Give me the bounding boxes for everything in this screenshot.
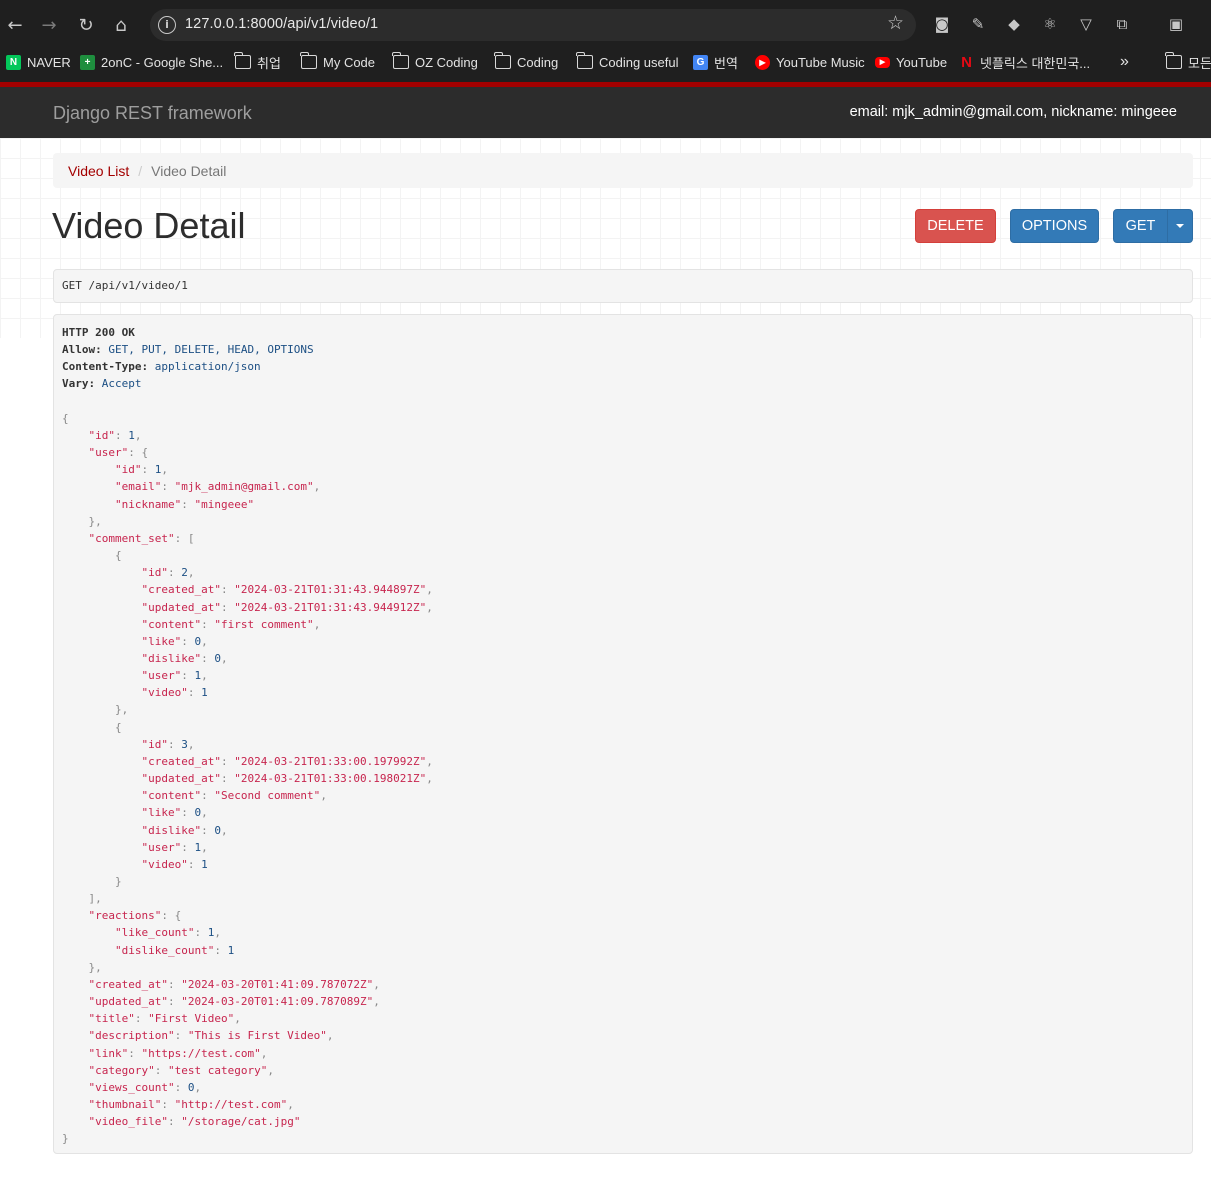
- response-header: Content-Type: application/json: [62, 360, 261, 374]
- folder-icon: [576, 52, 593, 69]
- bookmark-folder-oz-coding[interactable]: OZ Coding: [392, 50, 478, 74]
- side-panel-icon[interactable]: ▣: [1166, 14, 1186, 34]
- bookmark-label: 번역: [714, 55, 738, 71]
- netflix-icon: N: [961, 53, 972, 71]
- bookmark-google-sheets[interactable]: + 2onC - Google She...: [80, 50, 223, 74]
- naver-icon: N: [6, 54, 21, 70]
- delete-button[interactable]: DELETE: [915, 209, 996, 243]
- vue-devtools-icon[interactable]: ▽: [1076, 14, 1096, 34]
- bookmark-folder-my-code[interactable]: My Code: [300, 50, 376, 74]
- folder-icon: [234, 52, 251, 69]
- request-method: GET: [62, 279, 82, 292]
- folder-icon: [392, 52, 409, 69]
- get-format-dropdown[interactable]: [1167, 209, 1193, 243]
- response-status: HTTP 200 OK: [62, 326, 135, 339]
- bookmark-youtube-music[interactable]: ▶ YouTube Music: [755, 50, 865, 74]
- bookmarks-bar: N NAVER + 2onC - Google She... 취업 My Cod…: [0, 50, 1211, 82]
- extensions-icon[interactable]: ⧉: [1112, 14, 1132, 34]
- all-bookmarks-folder[interactable]: 모든: [1165, 50, 1211, 74]
- bookmark-label: 취업: [257, 55, 281, 71]
- home-icon[interactable]: ⌂: [106, 10, 136, 40]
- bookmark-label: My Code: [323, 54, 376, 70]
- bookmark-youtube[interactable]: ▶ YouTube: [875, 50, 947, 74]
- bookmark-folder-job[interactable]: 취업: [234, 50, 281, 74]
- bookmark-star-icon[interactable]: ☆: [887, 12, 904, 34]
- reload-icon[interactable]: ↻: [71, 10, 101, 40]
- bookmark-naver[interactable]: N NAVER: [6, 50, 71, 74]
- youtube-music-icon: ▶: [755, 54, 770, 70]
- options-button[interactable]: OPTIONS: [1010, 209, 1099, 243]
- address-bar[interactable]: i 127.0.0.1:8000/api/v1/video/1 ☆: [150, 9, 916, 41]
- bookmark-label: Coding useful: [599, 54, 679, 70]
- get-button[interactable]: GET: [1113, 209, 1168, 243]
- bookmark-label: 모든: [1188, 55, 1211, 71]
- bookmark-netflix[interactable]: N 넷플릭스 대한민국...: [959, 50, 1090, 74]
- response-info: HTTP 200 OK Allow: GET, PUT, DELETE, HEA…: [53, 314, 1193, 1154]
- bookmark-folder-coding[interactable]: Coding: [494, 50, 559, 74]
- forward-arrow-icon[interactable]: →: [34, 10, 64, 40]
- puzzle-extension-icon[interactable]: ◆: [1004, 14, 1024, 34]
- folder-icon: [494, 52, 511, 69]
- react-devtools-icon[interactable]: ⚛: [1040, 14, 1060, 34]
- navbar-brand[interactable]: Django REST framework: [53, 103, 252, 124]
- breadcrumb-video-list[interactable]: Video List: [68, 163, 129, 179]
- site-info-icon[interactable]: i: [158, 16, 176, 34]
- url-text[interactable]: 127.0.0.1:8000/api/v1/video/1: [185, 16, 378, 32]
- response-header: Allow: GET, PUT, DELETE, HEAD, OPTIONS: [62, 343, 314, 357]
- translate-icon: G: [693, 54, 708, 70]
- browser-toolbar: ← → ↻ ⌂ i 127.0.0.1:8000/api/v1/video/1 …: [0, 0, 1211, 50]
- breadcrumb-separator: /: [138, 162, 143, 179]
- folder-icon: [300, 52, 317, 69]
- bookmark-label: 넷플릭스 대한민국...: [980, 55, 1091, 71]
- response-header: Vary: Accept: [62, 377, 142, 391]
- camera-extension-icon[interactable]: ◙: [932, 14, 952, 34]
- bookmark-folder-coding-useful[interactable]: Coding useful: [576, 50, 679, 74]
- page-title: Video Detail: [52, 205, 246, 246]
- caret-down-icon: [1176, 224, 1184, 228]
- response-content: HTTP 200 OK Allow: GET, PUT, DELETE, HEA…: [62, 326, 433, 1146]
- bookmark-label: OZ Coding: [415, 54, 478, 70]
- bookmark-label: Coding: [517, 54, 559, 70]
- bookmark-label: YouTube: [896, 54, 948, 70]
- request-path: /api/v1/video/1: [88, 279, 188, 292]
- back-arrow-icon[interactable]: ←: [0, 10, 30, 40]
- bookmark-label: YouTube Music: [776, 54, 865, 70]
- breadcrumb-video-detail: Video Detail: [151, 162, 227, 179]
- folder-icon: [1165, 52, 1182, 69]
- bookmark-label: 2onC - Google She...: [101, 54, 224, 70]
- request-info: GET /api/v1/video/1: [53, 269, 1193, 303]
- sheets-icon: +: [80, 54, 95, 70]
- youtube-icon: ▶: [875, 56, 890, 68]
- drf-navbar: Django REST framework email: mjk_admin@g…: [0, 87, 1211, 138]
- breadcrumb: Video List / Video Detail: [53, 153, 1193, 188]
- eyedropper-extension-icon[interactable]: ✎: [968, 14, 988, 34]
- more-bookmarks-chevron[interactable]: »: [1120, 50, 1129, 74]
- navbar-user-info: email: mjk_admin@gmail.com, nickname: mi…: [849, 104, 1177, 120]
- bookmark-translate[interactable]: G 번역: [693, 50, 738, 74]
- bookmark-label: NAVER: [27, 54, 71, 70]
